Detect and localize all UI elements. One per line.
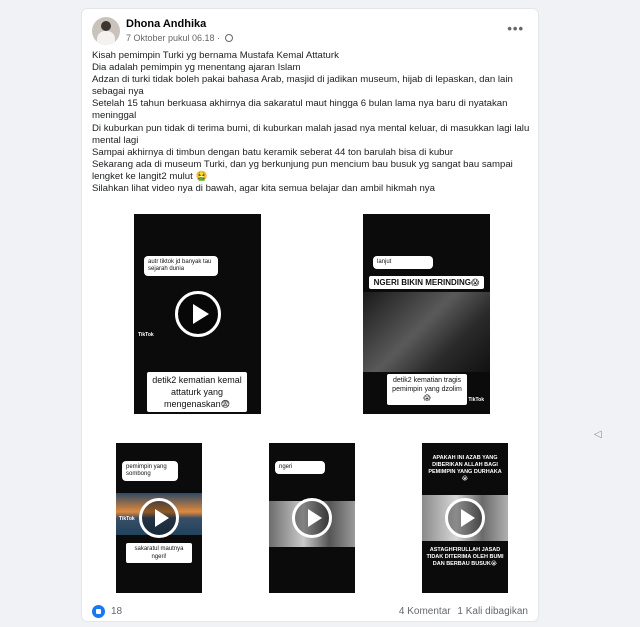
video-caption: sakaratul mautnya ngeri! [126,543,192,563]
post-text-line: Kisah pemimpin Turki yg bernama Mustafa … [92,50,339,61]
post-text-line: Dia adalah pemimpin yg menentang ajaran … [92,62,301,74]
post-card: Dhona Andhika 7 Oktober pukul 06.18 · ••… [81,8,602,622]
video-thumbnail[interactable]: pemimpin yang sombong TikTok sakaratul m… [116,443,202,593]
post-text-line: Sekarang ada di museum Turki, dan yg ber… [92,158,513,182]
video-headline: APAKAH INI AZAB YANG DIBERIKAN ALLAH BAG… [428,455,502,482]
comment-bubble: ngeri [275,461,325,474]
post-text: Kisah pemimpin Turki yg bernama Mustafa … [92,50,532,195]
video-thumbnail[interactable]: ngeri [269,443,355,593]
globe-icon [224,34,233,42]
post-text-line: Sampai akhirnya di timbun dengan batu ke… [92,146,454,158]
tiktok-watermark: TikTok [119,516,135,522]
video-thumbnail[interactable]: autr tiktok jd banyak tau sejarah dunia … [134,214,261,414]
post-text-line: Di kuburkan pun tidak di terima bumi, di… [92,122,530,146]
play-icon[interactable] [139,498,179,538]
post-text-line: Setelah 15 tahun berkuasa akhirnya dia s… [92,98,508,122]
comment-bubble: lanjut [373,256,433,269]
play-icon[interactable] [174,291,221,337]
play-icon[interactable] [292,498,332,538]
like-reaction-icon[interactable] [92,605,105,618]
more-options-button[interactable]: ••• [507,21,524,36]
video-thumbnail[interactable]: lanjut NGERI BIKIN MERINDING😱 detik2 kem… [363,214,490,414]
post-text-line: Adzan di turki tidak boleh pakai bahasa … [92,74,513,98]
portrait-image [363,292,490,372]
reaction-count[interactable]: 18 [111,606,122,617]
post-timestamp[interactable]: 7 Oktober pukul 06.18 · [126,33,233,43]
post-text-line: Silahkan lihat video nya di bawah, agar … [92,183,435,195]
comment-bubble: pemimpin yang sombong [122,461,178,481]
post-header: Dhona Andhika 7 Oktober pukul 06.18 · ••… [92,17,528,49]
video-caption: detik2 kematian kemal attaturk yang meng… [147,372,247,412]
video-caption: detik2 kematian tragis pemimpin yang dzo… [387,374,467,405]
video-headline: NGERI BIKIN MERINDING😱 [369,276,484,289]
tiktok-watermark: TikTok [138,332,154,338]
tiktok-watermark: TikTok [468,397,484,403]
volume-icon[interactable]: ◁ [594,429,604,441]
shares-count[interactable]: 1 Kali dibagikan [457,606,528,617]
author-name[interactable]: Dhona Andhika [126,18,206,30]
comments-count[interactable]: 4 Komentar [399,606,451,617]
engagement-counts: 4 Komentar 1 Kali dibagikan [395,606,528,617]
avatar[interactable] [92,17,120,45]
video-thumbnail[interactable]: APAKAH INI AZAB YANG DIBERIKAN ALLAH BAG… [422,443,508,593]
post-footer: 18 4 Komentar 1 Kali dibagikan [92,605,528,621]
play-icon[interactable] [445,498,485,538]
video-caption: ASTAGHFIRULLAH JASAD TIDAK DITERIMA OLEH… [426,547,504,567]
comment-bubble: autr tiktok jd banyak tau sejarah dunia [144,256,218,276]
